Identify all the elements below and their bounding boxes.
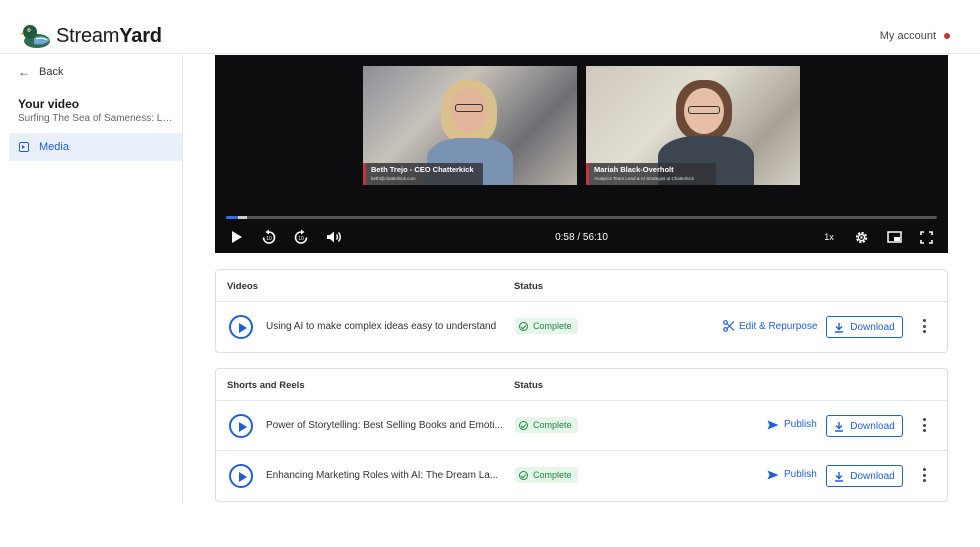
sidebar: ← Back Your video Surfing The Sea of Sam… xyxy=(0,55,183,503)
playback-speed-button[interactable]: 1x xyxy=(821,228,837,246)
logo-wordmark: StreamYard xyxy=(56,24,162,47)
participant-name: Beth Trejo - CEO Chatterkick xyxy=(371,165,474,174)
send-icon xyxy=(767,420,779,429)
sidebar-video-title: Surfing The Sea of Sameness: Le... xyxy=(18,113,176,124)
download-button[interactable]: Download xyxy=(826,316,903,338)
publish-button[interactable]: Publish xyxy=(767,469,817,480)
progress-fill xyxy=(226,216,239,219)
scissors-icon xyxy=(723,320,735,332)
streamyard-logo[interactable]: StreamYard xyxy=(20,22,162,50)
play-video-button[interactable] xyxy=(229,464,253,488)
download-label: Download xyxy=(850,321,895,333)
publish-button[interactable]: Publish xyxy=(767,419,817,430)
sidebar-item-label: Media xyxy=(39,141,69,153)
settings-gear-icon xyxy=(855,231,867,243)
participant-glasses xyxy=(688,106,720,114)
column-header-title: Videos xyxy=(227,281,258,292)
participant-name-banner: Beth Trejo - CEO Chatterkick beth@chatte… xyxy=(363,163,483,185)
participant-subtitle: Analytics Team Lead & AI Strategist at C… xyxy=(594,176,694,181)
table-header: Shorts and Reels Status xyxy=(216,369,947,401)
participant-tile: Beth Trejo - CEO Chatterkick beth@chatte… xyxy=(363,66,577,185)
edit-repurpose-button[interactable]: Edit & Repurpose xyxy=(723,320,817,332)
short-title: Power of Storytelling: Best Selling Book… xyxy=(266,420,503,431)
fullscreen-icon xyxy=(919,230,933,244)
status-label: Complete xyxy=(533,470,572,480)
sidebar-section-title: Your video xyxy=(18,97,80,111)
my-account-label: My account xyxy=(879,30,936,42)
check-circle-icon xyxy=(519,321,528,331)
top-header: StreamYard My account xyxy=(0,0,980,54)
videos-table: Videos Status Using AI to make complex i… xyxy=(215,269,948,353)
download-button[interactable]: Download xyxy=(826,415,903,437)
column-header-status: Status xyxy=(514,380,544,391)
progress-bar[interactable] xyxy=(226,216,937,219)
progress-handle[interactable] xyxy=(238,216,247,219)
edit-repurpose-label: Edit & Repurpose xyxy=(739,320,818,332)
more-options-button[interactable] xyxy=(922,468,926,482)
short-title: Enhancing Marketing Roles with AI: The D… xyxy=(266,470,499,481)
status-badge: Complete xyxy=(515,417,578,433)
participant-subtitle: beth@chatterkick.com xyxy=(371,176,416,181)
back-label: Back xyxy=(39,66,64,78)
check-circle-icon xyxy=(519,420,528,430)
play-video-button[interactable] xyxy=(229,315,253,339)
picture-in-picture-icon xyxy=(886,231,902,243)
download-label: Download xyxy=(850,470,895,482)
send-icon xyxy=(767,470,779,479)
settings-button[interactable] xyxy=(852,228,870,246)
download-button[interactable]: Download xyxy=(826,465,903,487)
media-icon xyxy=(19,142,29,152)
table-header: Videos Status xyxy=(216,270,947,302)
status-badge: Complete xyxy=(515,318,578,334)
sidebar-item-media[interactable]: Media xyxy=(9,133,182,161)
download-icon xyxy=(835,471,844,482)
account-notification-dot xyxy=(944,33,950,39)
status-label: Complete xyxy=(533,321,572,331)
download-label: Download xyxy=(850,420,895,432)
duck-logo-icon xyxy=(20,25,50,48)
play-video-button[interactable] xyxy=(229,414,253,438)
download-icon xyxy=(835,322,844,333)
status-badge: Complete xyxy=(515,467,578,483)
status-label: Complete xyxy=(533,420,572,430)
more-options-button[interactable] xyxy=(922,319,926,333)
participant-glasses xyxy=(455,104,483,112)
participant-name: Mariah Black-Overholt xyxy=(594,165,674,174)
check-circle-icon xyxy=(519,470,528,480)
video-title: Using AI to make complex ideas easy to u… xyxy=(266,321,497,332)
table-row: Using AI to make complex ideas easy to u… xyxy=(216,302,947,352)
participant-tile: Mariah Black-Overholt Analytics Team Lea… xyxy=(586,66,800,185)
publish-label: Publish xyxy=(784,469,817,480)
column-header-status: Status xyxy=(514,281,544,292)
participant-name-banner: Mariah Black-Overholt Analytics Team Lea… xyxy=(586,163,716,185)
more-options-button[interactable] xyxy=(922,418,926,432)
table-row: Power of Storytelling: Best Selling Book… xyxy=(216,401,947,451)
table-row: Enhancing Marketing Roles with AI: The D… xyxy=(216,451,947,501)
download-icon xyxy=(835,421,844,432)
fullscreen-button[interactable] xyxy=(917,228,935,246)
time-display: 0:58 / 56:10 xyxy=(555,232,608,243)
column-header-title: Shorts and Reels xyxy=(227,380,305,391)
publish-label: Publish xyxy=(784,419,817,430)
arrow-left-icon: ← xyxy=(18,65,30,79)
back-button[interactable]: ← Back xyxy=(18,65,63,79)
shorts-reels-table: Shorts and Reels Status Power of Storyte… xyxy=(215,368,948,502)
picture-in-picture-button[interactable] xyxy=(885,228,903,246)
my-account-menu[interactable]: My account xyxy=(880,30,950,42)
video-player[interactable]: Beth Trejo - CEO Chatterkick beth@chatte… xyxy=(215,55,948,253)
